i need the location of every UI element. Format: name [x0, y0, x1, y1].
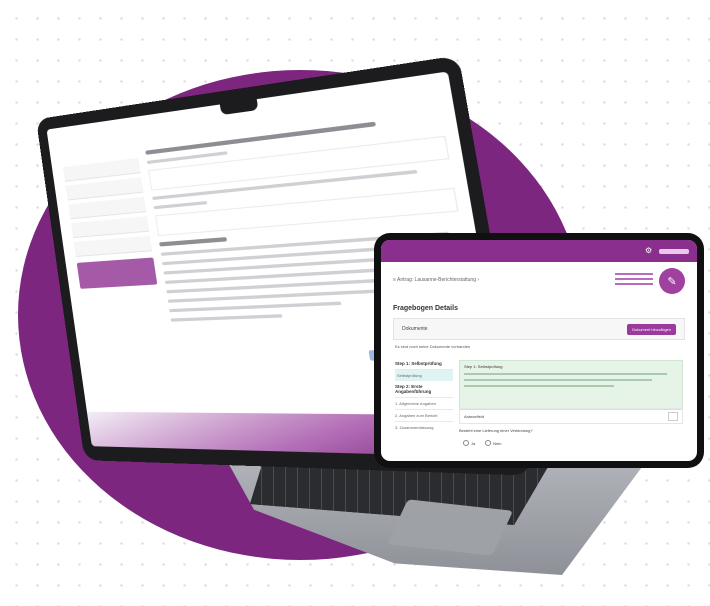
text-line: [169, 301, 342, 313]
sidebar-item[interactable]: [68, 196, 147, 220]
step-heading: Step 2: Erste Angabenführung: [395, 384, 432, 394]
organization-name: [615, 273, 653, 288]
empty-documents-note: Es sind noch keine Dokumente vorhanden: [395, 344, 471, 349]
step-item-selbstpruefung[interactable]: Selbstprüfung: [395, 369, 453, 381]
user-menu[interactable]: [659, 248, 689, 254]
seal-logo-icon: ✎: [659, 268, 685, 294]
step-item[interactable]: 1. Allgemeine Angaben: [395, 397, 453, 409]
sidebar-item[interactable]: [70, 216, 150, 239]
question-text: Besteht eine Lieferung einer Verbindung?: [459, 428, 533, 433]
sidebar-item[interactable]: [73, 235, 153, 257]
camera-notch: [219, 99, 259, 116]
breadcrumb[interactable]: ≡ Antrag: Lausanne-Berichterstattung ›: [393, 277, 479, 283]
answer-radios: Ja Nein: [463, 440, 501, 446]
radio-nein[interactable]: Nein: [485, 440, 501, 446]
step-item[interactable]: 3. Zusammenfassung: [395, 421, 453, 433]
info-text: [464, 373, 678, 387]
text-line: [153, 200, 208, 210]
step-item[interactable]: 2. Angaben zum Bericht: [395, 409, 453, 421]
field-toggle[interactable]: [668, 411, 678, 421]
laptop-sidebar: [62, 157, 162, 316]
settings-icon[interactable]: ⚙: [645, 247, 653, 255]
text-line: [170, 314, 283, 322]
sidebar-item-active[interactable]: [76, 257, 158, 289]
radio-label: Nein: [493, 440, 502, 446]
radio-ja[interactable]: Ja: [463, 440, 475, 446]
info-box: Step 1: Selbstprüfung: [459, 360, 683, 410]
page-title: Fragebogen Details: [393, 305, 458, 312]
section-title: Dokumente: [402, 326, 428, 332]
step-heading: Step 1: Selbstprüfung: [395, 361, 442, 366]
info-heading: Step 1: Selbstprüfung: [464, 364, 503, 369]
radio-label: Ja: [471, 440, 476, 446]
tablet-device: ⚙ ≡ Antrag: Lausanne-Berichterstattung ›…: [374, 233, 704, 468]
tablet-topbar: ⚙: [381, 240, 697, 262]
steps-sidebar: Step 1: Selbstprüfung Selbstprüfung Step…: [395, 358, 453, 433]
add-document-button[interactable]: Dokument hinzufügen: [627, 323, 676, 335]
documents-section: Dokumente Dokument hinzufügen: [393, 318, 685, 340]
text-line: [159, 237, 228, 247]
answer-field[interactable]: Antwortfeld: [459, 408, 683, 424]
tablet-screen: ⚙ ≡ Antrag: Lausanne-Berichterstattung ›…: [381, 240, 697, 461]
field-label: Antwortfeld: [464, 413, 485, 419]
